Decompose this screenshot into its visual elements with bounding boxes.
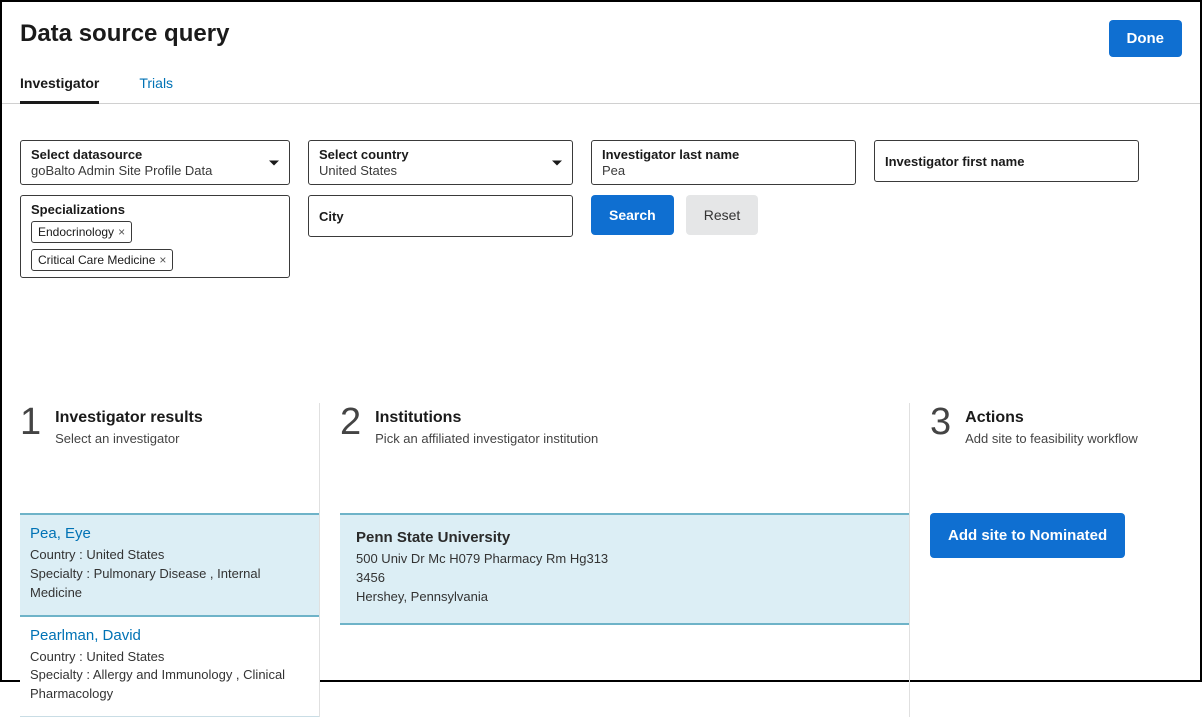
investigator-name: Pea, Eye	[30, 525, 309, 542]
datasource-value: goBalto Admin Site Profile Data	[31, 163, 279, 178]
institution-item[interactable]: Penn State University 500 Univ Dr Mc H07…	[340, 515, 909, 625]
reset-button[interactable]: Reset	[686, 195, 759, 235]
add-site-nominated-button[interactable]: Add site to Nominated	[930, 513, 1125, 558]
step-2-number: 2	[340, 403, 361, 441]
specializations-label: Specializations	[31, 202, 279, 217]
investigator-results-panel: 1 Investigator results Select an investi…	[20, 403, 320, 717]
institutions-panel: 2 Institutions Pick an affiliated invest…	[320, 403, 910, 717]
investigator-country: Country : United States	[30, 546, 309, 565]
city-label: City	[319, 209, 344, 224]
investigator-specialty: Specialty : Pulmonary Disease , Internal…	[30, 565, 309, 603]
country-value: United States	[319, 163, 562, 178]
institution-city: Hershey, Pennsylvania	[356, 588, 893, 607]
last-name-label: Investigator last name	[602, 147, 845, 162]
tabs: Investigator Trials	[2, 57, 1200, 104]
step-2-title: Institutions	[375, 409, 598, 427]
step-1-title: Investigator results	[55, 409, 203, 427]
institution-address-1: 500 Univ Dr Mc H079 Pharmacy Rm Hg313	[356, 550, 893, 569]
first-name-input[interactable]: Investigator first name	[874, 140, 1139, 182]
first-name-label: Investigator first name	[885, 154, 1024, 169]
institution-address-2: 3456	[356, 569, 893, 588]
step-3-title: Actions	[965, 409, 1138, 427]
investigator-result[interactable]: Pearlman, David Country : United States …	[20, 617, 319, 717]
close-icon[interactable]: ×	[118, 225, 125, 239]
investigator-country: Country : United States	[30, 648, 309, 667]
city-input[interactable]: City	[308, 195, 573, 237]
last-name-input[interactable]: Investigator last name Pea	[591, 140, 856, 185]
country-label: Select country	[319, 147, 562, 162]
institution-name: Penn State University	[356, 529, 893, 546]
datasource-select[interactable]: Select datasource goBalto Admin Site Pro…	[20, 140, 290, 185]
actions-panel: 3 Actions Add site to feasibility workfl…	[910, 403, 1182, 717]
datasource-label: Select datasource	[31, 147, 279, 162]
chevron-down-icon	[269, 160, 279, 165]
chip-endocrinology[interactable]: Endocrinology ×	[31, 221, 132, 243]
step-3-number: 3	[930, 403, 951, 441]
specializations-field[interactable]: Specializations Endocrinology × Critical…	[20, 195, 290, 278]
tab-trials[interactable]: Trials	[139, 75, 173, 103]
chip-label: Endocrinology	[38, 225, 114, 239]
chip-critical-care[interactable]: Critical Care Medicine ×	[31, 249, 173, 271]
country-select[interactable]: Select country United States	[308, 140, 573, 185]
close-icon[interactable]: ×	[159, 253, 166, 267]
step-1-subtitle: Select an investigator	[55, 431, 203, 446]
chip-label: Critical Care Medicine	[38, 253, 155, 267]
step-1-number: 1	[20, 403, 41, 441]
investigator-specialty: Specialty : Allergy and Immunology , Cli…	[30, 666, 309, 704]
last-name-value: Pea	[602, 163, 845, 178]
done-button[interactable]: Done	[1109, 20, 1183, 57]
step-3-subtitle: Add site to feasibility workflow	[965, 431, 1138, 446]
page-title: Data source query	[20, 20, 229, 48]
investigator-result[interactable]: Pea, Eye Country : United States Special…	[20, 515, 319, 617]
filters-row: Select datasource goBalto Admin Site Pro…	[2, 104, 1200, 278]
investigator-name: Pearlman, David	[30, 627, 309, 644]
tab-investigator[interactable]: Investigator	[20, 75, 99, 104]
step-2-subtitle: Pick an affiliated investigator institut…	[375, 431, 598, 446]
chevron-down-icon	[552, 160, 562, 165]
search-button[interactable]: Search	[591, 195, 674, 235]
